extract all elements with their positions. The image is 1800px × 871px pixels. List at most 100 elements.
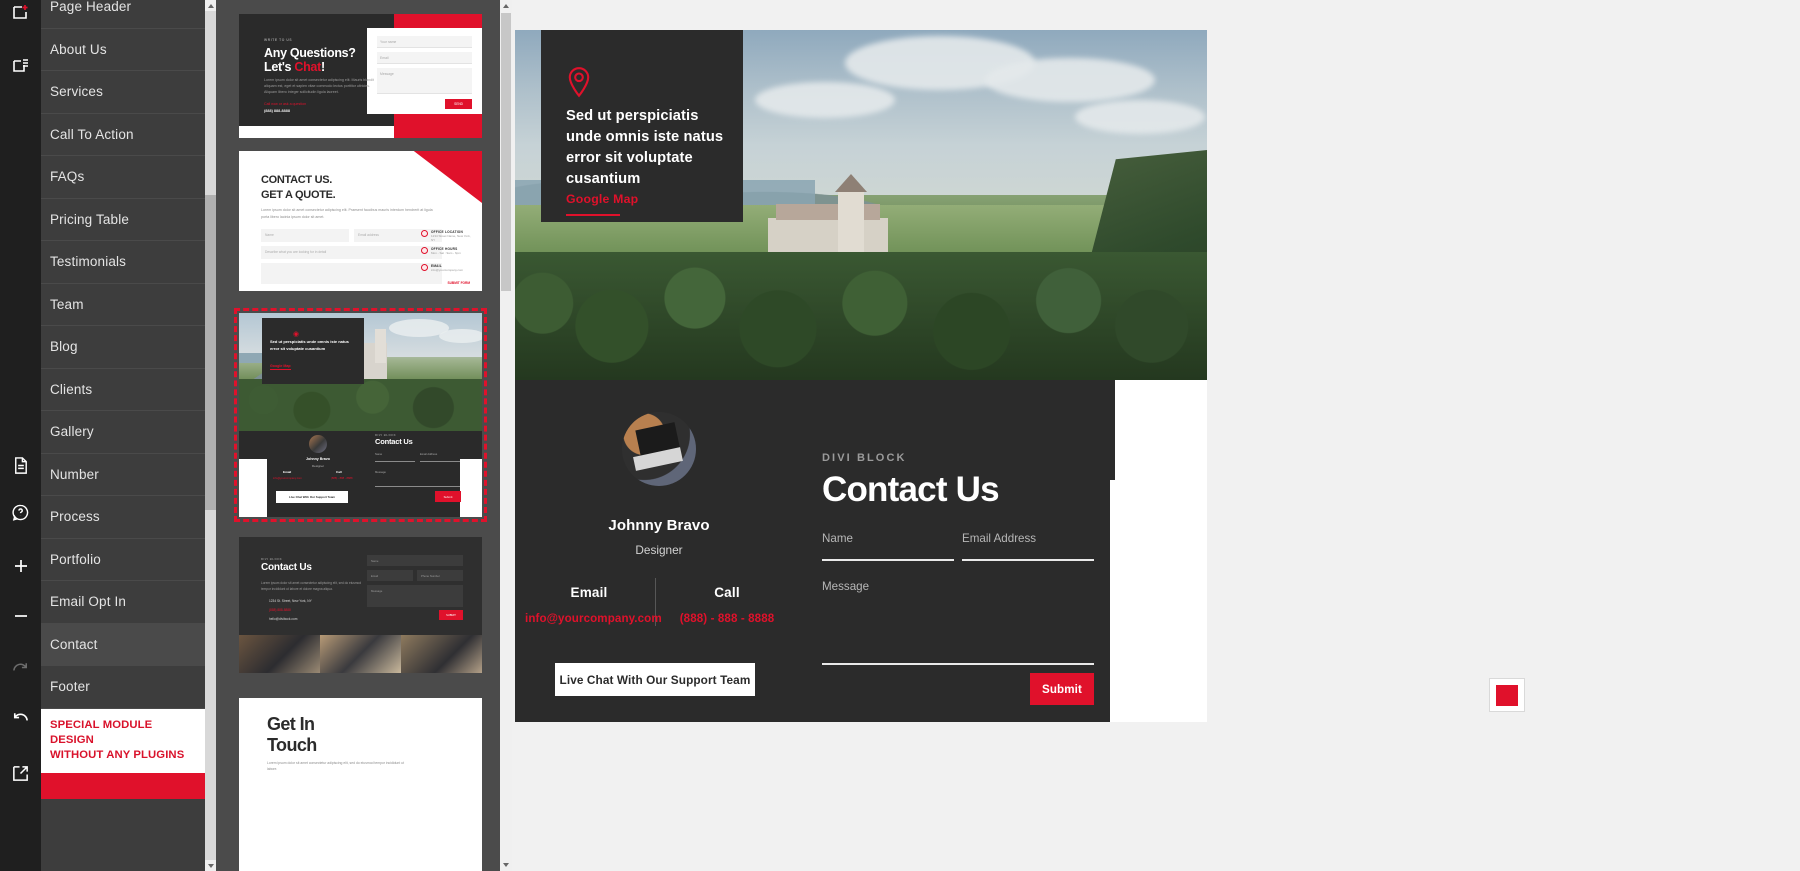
contact-email-block: Email info@yourcompany.com xyxy=(525,585,662,625)
thumb2-info-2: EMAIL info@yourcompany.com xyxy=(431,264,474,272)
thumb4-email-row: hello@divibock.com xyxy=(269,617,298,621)
message-field[interactable]: Message xyxy=(822,580,1094,665)
contact-call-block: Call (888) - 888 - 8888 xyxy=(663,585,791,625)
thumb-scroll-up-arrow[interactable] xyxy=(500,0,512,12)
zoom-in-icon[interactable] xyxy=(0,545,41,586)
layout-thumbnail-list[interactable]: WRITE TO US Any Questions? Let's Chat! L… xyxy=(216,0,500,871)
module-item-portfolio[interactable]: Portfolio xyxy=(41,539,205,581)
thumb1-field-name-label: Your name xyxy=(380,40,397,44)
module-item-number[interactable]: Number xyxy=(41,454,205,496)
thumb3-chat-button: Live Chat With Our Support Team xyxy=(276,491,348,503)
module-label: Team xyxy=(50,296,84,312)
thumb2-info-icon-0 xyxy=(421,230,428,237)
hero-info-card: Sed ut perspiciatis unde omnis iste natu… xyxy=(541,30,743,222)
name-field[interactable]: Name xyxy=(822,532,954,561)
module-label: Testimonials xyxy=(50,254,127,270)
module-item-process[interactable]: Process xyxy=(41,496,205,539)
new-page-icon[interactable] xyxy=(0,0,41,33)
module-item-pricing-table[interactable]: Pricing Table xyxy=(41,199,205,241)
module-item-clients[interactable]: Clients xyxy=(41,369,205,411)
thumb4-submit-button: SUBMIT xyxy=(439,610,463,620)
external-link-icon[interactable] xyxy=(0,753,41,794)
thumbnail-scrollbar[interactable] xyxy=(500,0,512,871)
layout-thumbnail-get-a-quote[interactable]: CONTACT US. GET A QUOTE. Lorem ipsum dol… xyxy=(239,151,482,291)
thumb3-cloud-2 xyxy=(439,329,482,343)
module-item-team[interactable]: Team xyxy=(41,284,205,326)
thumb4-photo-strip xyxy=(239,635,482,673)
color-swatch-widget[interactable] xyxy=(1489,678,1525,712)
email-field-placeholder: Email Address xyxy=(962,532,1037,545)
thumb2-field-name xyxy=(261,229,349,242)
scroll-up-arrow[interactable] xyxy=(205,0,216,11)
thumb3-field-name-underline xyxy=(375,461,415,462)
module-item-footer[interactable]: Footer xyxy=(41,666,205,709)
thumb4-address-row: 1234 St. Street, New York, NY xyxy=(269,599,312,603)
thumb4-field-email-label: Email xyxy=(371,574,378,578)
thumb4-photo-1 xyxy=(239,635,320,673)
page-list-icon[interactable] xyxy=(0,45,41,86)
email-field-underline xyxy=(962,559,1094,561)
map-pin-icon xyxy=(566,66,592,98)
module-item-call-to-action[interactable]: Call To Action xyxy=(41,114,205,156)
thumb1-field-email xyxy=(377,52,472,64)
hero-section: Sed ut perspiciatis unde omnis iste natu… xyxy=(515,30,1207,380)
document-icon[interactable] xyxy=(0,445,41,486)
thumb2-heading: CONTACT US. GET A QUOTE. xyxy=(261,173,336,202)
contact-call-value[interactable]: (888) - 888 - 8888 xyxy=(663,612,791,625)
thumb1-heading-line1: Any Questions? xyxy=(264,46,356,60)
help-icon[interactable] xyxy=(0,492,41,533)
thumb4-field-phone-label: Phone Number xyxy=(421,574,440,578)
thumb-scroll-down-arrow[interactable] xyxy=(500,859,512,871)
contact-email-value[interactable]: info@yourcompany.com xyxy=(525,612,662,625)
hero-cloud-3 xyxy=(755,82,895,118)
module-label: Page Header xyxy=(50,0,132,15)
module-item-testimonials[interactable]: Testimonials xyxy=(41,241,205,284)
module-list-panel[interactable]: Page Header About Us Services Call To Ac… xyxy=(41,0,205,871)
scroll-down-arrow[interactable] xyxy=(205,860,216,871)
layout-thumbnail-contact-dark[interactable]: DIVI BLOCK Contact Us Lorem ipsum dolor … xyxy=(239,537,482,673)
thumb3-call-label: Call xyxy=(336,470,342,474)
thumb-scroll-thumb[interactable] xyxy=(501,13,511,291)
thumb3-email-value: info@yourcompany.com xyxy=(273,477,302,480)
thumb3-forest xyxy=(239,379,482,431)
thumb2-heading-line1: CONTACT US. xyxy=(261,174,333,186)
module-item-contact[interactable]: Contact xyxy=(41,623,205,666)
redo-icon[interactable] xyxy=(0,648,41,689)
module-item-services[interactable]: Services xyxy=(41,71,205,114)
module-label: Clients xyxy=(50,381,93,397)
module-item-blog[interactable]: Blog xyxy=(41,326,205,369)
red-swatch[interactable] xyxy=(1496,684,1518,706)
hero-card-link[interactable]: Google Map xyxy=(566,192,638,206)
email-field[interactable]: Email Address xyxy=(962,532,1094,561)
zoom-out-icon[interactable] xyxy=(0,595,41,636)
submit-button[interactable]: Submit xyxy=(1030,673,1094,705)
scroll-thumb[interactable] xyxy=(205,195,216,510)
contact-form: DIVI BLOCK Contact Us Name Email Address… xyxy=(822,380,1115,722)
thumb1-field-message-label: Message xyxy=(380,72,394,76)
thumb2-field-name-label: Name xyxy=(265,233,274,237)
module-label: Process xyxy=(50,509,100,525)
module-label: Email Opt In xyxy=(50,594,127,610)
thumb2-submit-button: SUBMIT FORM xyxy=(447,281,471,285)
live-chat-button[interactable]: Live Chat With Our Support Team xyxy=(555,663,755,696)
module-item-page-header[interactable]: Page Header xyxy=(41,0,205,29)
thumb2-body: Lorem ipsum dolor sit amet consectetur a… xyxy=(261,208,433,219)
app-root: Page Header About Us Services Call To Ac… xyxy=(0,0,1800,871)
undo-icon[interactable] xyxy=(0,698,41,739)
preview-page-tail xyxy=(1110,480,1205,722)
module-panel-scrollbar[interactable] xyxy=(205,0,216,871)
thumb4-photo-3 xyxy=(401,635,482,673)
layout-thumbnail-any-questions[interactable]: WRITE TO US Any Questions? Let's Chat! L… xyxy=(239,14,482,138)
layout-thumbnail-contact-us-selected[interactable]: ◉ Sed ut perspiciatis unde omnis iste na… xyxy=(234,308,487,522)
module-item-gallery[interactable]: Gallery xyxy=(41,411,205,454)
module-item-faqs[interactable]: FAQs xyxy=(41,156,205,199)
module-label: Footer xyxy=(50,679,90,695)
promo-banner[interactable]: SPECIAL MODULE DESIGN WITHOUT ANY PLUGIN… xyxy=(41,708,205,773)
module-item-about-us[interactable]: About Us xyxy=(41,29,205,71)
message-field-underline xyxy=(822,663,1094,665)
layout-thumbnail-get-in-touch[interactable]: Get In Touch Lorem ipsum dolor sit amet … xyxy=(239,698,482,871)
module-item-email-opt-in[interactable]: Email Opt In xyxy=(41,581,205,624)
form-eyebrow: DIVI BLOCK xyxy=(822,452,907,464)
thumb4-photo-2 xyxy=(320,635,401,673)
module-label: About Us xyxy=(50,41,107,57)
